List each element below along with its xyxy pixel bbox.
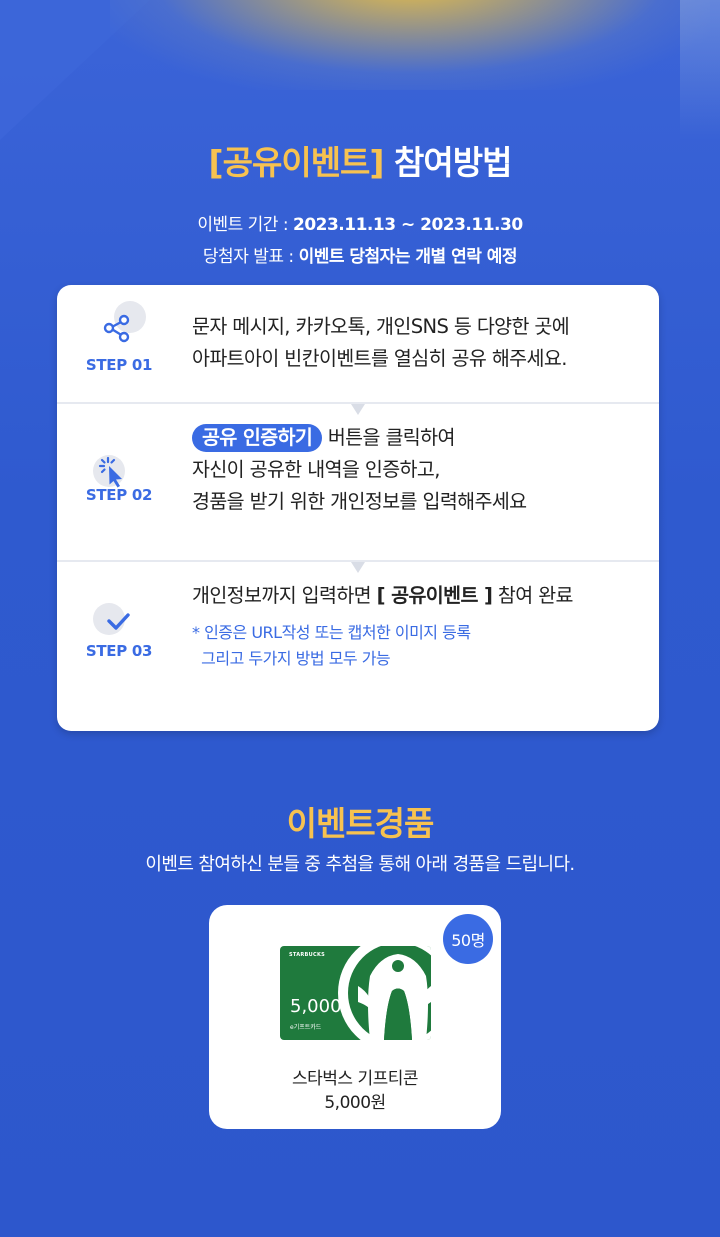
step-1-label: STEP 01 [85,356,153,374]
winner-announcement: 당첨자 발표 : 이벤트 당첨자는 개별 연락 예정 [0,242,720,267]
winner-value: 이벤트 당첨자는 개별 연락 예정 [298,247,518,267]
step-1-line-1: 문자 메시지, 카카오톡, 개인SNS 등 다양한 곳에 [192,315,570,338]
step-2: STEP 02 공유 인증하기 버튼을 클릭하여 자신이 공유한 내역을 인증하… [57,404,659,560]
prize-price: 5,000원 [324,1093,386,1113]
event-period: 이벤트 기간 : 2023.11.13 ~ 2023.11.30 [0,210,720,235]
page-title: [공유이벤트] 참여방법 [0,136,720,184]
prize-section-title: 이벤트경품 [286,804,435,843]
step-1: STEP 01 문자 메시지, 카카오톡, 개인SNS 등 다양한 곳에 아파트… [57,285,659,402]
prize-count-badge: 50명 [443,914,493,964]
event-period-value: 2023.11.13 ~ 2023.11.30 [292,215,523,235]
share-icon [87,301,151,343]
step-2-line-3: 경품을 받기 위한 개인정보를 입력해주세요 [192,490,527,513]
step-1-line-2: 아파트아이 빈칸이벤트를 열심히 공유 해주세요. [192,347,567,370]
step-2-label: STEP 02 [85,486,153,504]
spotlight-glow [110,0,710,90]
step-3-text-pre: 개인정보까지 입력하면 [192,584,377,607]
title-bracket: [공유이벤트] [208,143,385,182]
giftcard-sub-label: e기프트카드 [290,1024,322,1031]
prize-card: 50명 STARBUCKS 5,000 e기프트카드 스타벅스 기프티콘 5,0… [209,905,501,1129]
step-3-text-post: 참여 완료 [492,584,574,607]
check-icon [87,603,151,643]
step-2-line-1: 공유 인증하기 버튼을 클릭하여 [192,422,527,454]
winner-label: 당첨자 발표 : [202,247,299,267]
steps-card: STEP 01 문자 메시지, 카카오톡, 개인SNS 등 다양한 곳에 아파트… [57,285,659,731]
step-1-text: 문자 메시지, 카카오톡, 개인SNS 등 다양한 곳에 아파트아이 빈칸이벤트… [192,311,570,375]
share-verify-button[interactable]: 공유 인증하기 [192,424,323,452]
step-3-text-bold: [ 공유이벤트 ] [376,584,493,607]
event-period-label: 이벤트 기간 : [197,215,293,235]
title-main: 참여방법 [394,143,512,182]
giftcard-amount: 5,000 [290,996,342,1017]
prize-name: 스타벅스 기프티콘 [291,1069,419,1089]
light-beam-right [680,0,720,140]
step-2-text: 공유 인증하기 버튼을 클릭하여 자신이 공유한 내역을 인증하고, 경품을 받… [192,422,527,518]
step-3-line-1: 개인정보까지 입력하면 [ 공유이벤트 ] 참여 완료 [192,580,573,612]
step-3-note-1: * 인증은 URL작성 또는 캡처한 이미지 등록 [192,623,471,642]
prize-section-subtitle: 이벤트 참여하신 분들 중 추첨을 통해 아래 경품을 드립니다. [145,854,575,875]
starbucks-giftcard-image: STARBUCKS 5,000 e기프트카드 [280,946,431,1040]
step-3: STEP 03 개인정보까지 입력하면 [ 공유이벤트 ] 참여 완료 * 인증… [57,562,659,731]
step-2-line-1-rest: 버튼을 클릭하여 [322,426,456,449]
step-3-notes: * 인증은 URL작성 또는 캡처한 이미지 등록 그리고 두가지 방법 모두 … [192,620,471,672]
step-2-line-2: 자신이 공유한 내역을 인증하고, [192,458,440,481]
step-3-note-2: 그리고 두가지 방법 모두 가능 [192,649,391,668]
step-3-label: STEP 03 [85,642,153,660]
